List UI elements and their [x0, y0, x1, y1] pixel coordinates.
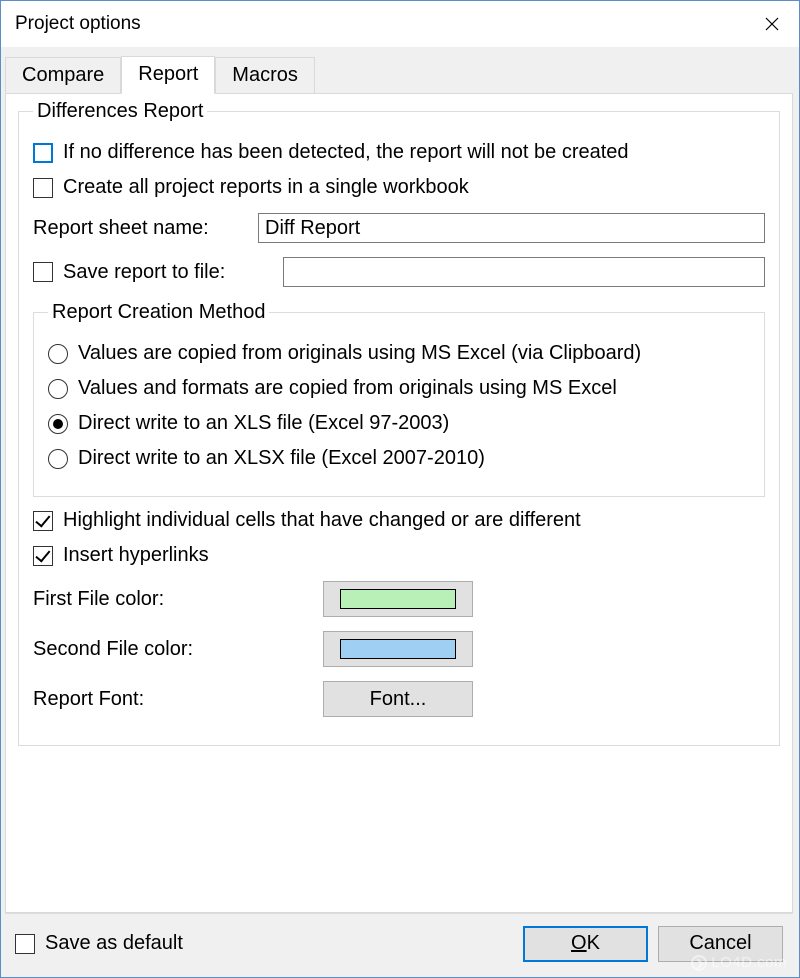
radio-opt1[interactable] [48, 344, 68, 364]
row-first-file-color: First File color: [33, 581, 765, 617]
row-highlight-cells[interactable]: Highlight individual cells that have cha… [33, 509, 765, 532]
label-report-font: Report Font: [33, 688, 323, 711]
input-save-to-file[interactable] [283, 257, 765, 287]
row-insert-hyperlinks[interactable]: Insert hyperlinks [33, 544, 765, 567]
tab-page-report: Differences Report If no difference has … [5, 93, 793, 913]
label-save-to-file: Save report to file: [63, 261, 225, 284]
window-title: Project options [15, 13, 747, 35]
radio-opt2[interactable] [48, 379, 68, 399]
button-font-label: Font... [370, 688, 427, 711]
swatch-second-file-color [340, 639, 456, 659]
cancel-button[interactable]: Cancel [658, 926, 783, 962]
row-no-diff[interactable]: If no difference has been detected, the … [33, 141, 765, 164]
label-opt3: Direct write to an XLS file (Excel 97-20… [78, 412, 449, 435]
radio-row-opt2[interactable]: Values and formats are copied from origi… [48, 377, 750, 400]
label-highlight-cells: Highlight individual cells that have cha… [63, 509, 581, 532]
label-opt4: Direct write to an XLSX file (Excel 2007… [78, 447, 485, 470]
close-icon [765, 17, 779, 31]
tab-compare[interactable]: Compare [5, 57, 121, 93]
checkbox-save-as-default[interactable] [15, 934, 35, 954]
label-first-file-color: First File color: [33, 588, 323, 611]
button-font[interactable]: Font... [323, 681, 473, 717]
label-opt1: Values are copied from originals using M… [78, 342, 641, 365]
button-second-file-color[interactable] [323, 631, 473, 667]
row-save-as-default[interactable]: Save as default [15, 932, 513, 955]
content-area: Compare Report Macros Differences Report… [1, 47, 799, 977]
label-single-workbook: Create all project reports in a single w… [63, 176, 469, 199]
titlebar: Project options [1, 1, 799, 47]
cancel-button-label: Cancel [689, 932, 751, 955]
group-legend-creation-method: Report Creation Method [48, 301, 269, 324]
label-report-sheet-name: Report sheet name: [33, 217, 258, 240]
checkbox-insert-hyperlinks[interactable] [33, 546, 53, 566]
radio-row-opt4[interactable]: Direct write to an XLSX file (Excel 2007… [48, 447, 750, 470]
button-first-file-color[interactable] [323, 581, 473, 617]
row-report-sheet-name: Report sheet name: [33, 213, 765, 243]
close-button[interactable] [747, 6, 797, 42]
row-save-to-file: Save report to file: [33, 257, 765, 287]
group-differences-report: Differences Report If no difference has … [18, 100, 780, 746]
input-report-sheet-name[interactable] [258, 213, 765, 243]
checkbox-no-diff[interactable] [33, 143, 53, 163]
row-second-file-color: Second File color: [33, 631, 765, 667]
label-second-file-color: Second File color: [33, 638, 323, 661]
swatch-first-file-color [340, 589, 456, 609]
tab-macros[interactable]: Macros [215, 57, 315, 93]
checkbox-save-to-file[interactable] [33, 262, 53, 282]
radio-opt4[interactable] [48, 449, 68, 469]
label-no-diff: If no difference has been detected, the … [63, 141, 629, 164]
checkbox-single-workbook[interactable] [33, 178, 53, 198]
group-legend-differences-report: Differences Report [33, 100, 207, 123]
checkbox-highlight-cells[interactable] [33, 511, 53, 531]
label-opt2: Values and formats are copied from origi… [78, 377, 617, 400]
tabs-row: Compare Report Macros [5, 59, 793, 93]
label-insert-hyperlinks: Insert hyperlinks [63, 544, 209, 567]
ok-button-label: OK [571, 932, 600, 955]
group-creation-method: Report Creation Method Values are copied… [33, 301, 765, 497]
bottom-bar: Save as default OK Cancel [5, 913, 793, 973]
tab-report[interactable]: Report [121, 56, 215, 94]
dialog-window: Project options Compare Report Macros Di… [0, 0, 800, 978]
radio-opt3[interactable] [48, 414, 68, 434]
radio-row-opt3[interactable]: Direct write to an XLS file (Excel 97-20… [48, 412, 750, 435]
ok-button[interactable]: OK [523, 926, 648, 962]
label-save-as-default: Save as default [45, 932, 183, 955]
radio-row-opt1[interactable]: Values are copied from originals using M… [48, 342, 750, 365]
row-single-workbook[interactable]: Create all project reports in a single w… [33, 176, 765, 199]
row-report-font: Report Font: Font... [33, 681, 765, 717]
